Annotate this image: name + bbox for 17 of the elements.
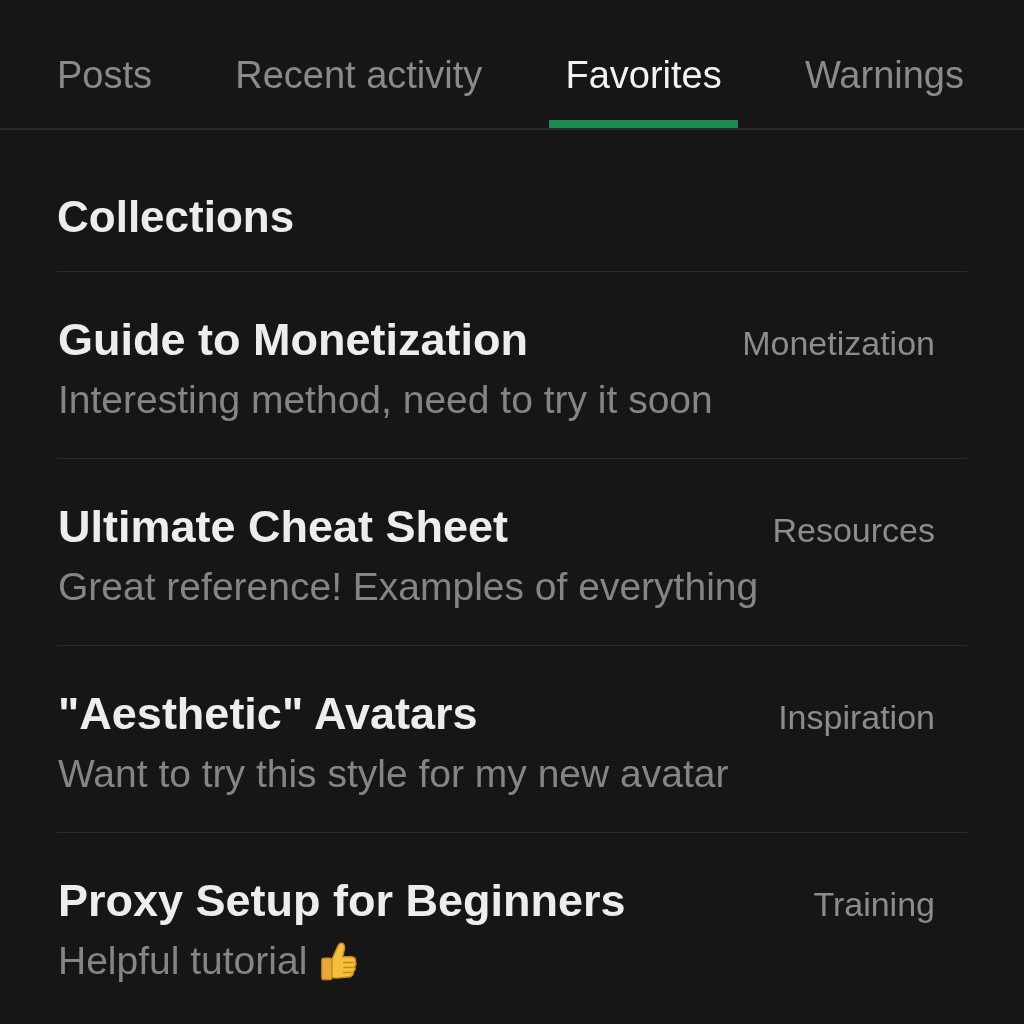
collection-title[interactable]: "Aesthetic" Avatars: [58, 688, 478, 740]
collection-note: Helpful tutorial: [58, 939, 308, 983]
tab[interactable]: Posts: [41, 55, 169, 128]
category-label: Inspiration: [778, 697, 935, 737]
section-heading: Collections: [57, 191, 295, 243]
collection-title[interactable]: Ultimate Cheat Sheet: [58, 501, 509, 553]
collection-title[interactable]: Proxy Setup for Beginners: [58, 875, 626, 927]
tab[interactable]: Favorites: [549, 55, 738, 128]
collection-title[interactable]: Guide to Monetization: [58, 314, 528, 366]
category-label: Monetization: [742, 323, 935, 363]
tab[interactable]: Recent activity: [219, 55, 499, 128]
category-label: Resources: [772, 510, 935, 550]
collection-note: Great reference! Examples of everything: [58, 565, 759, 609]
collection-note: Want to try this style for my new avatar: [58, 752, 729, 796]
category-label: Training: [813, 884, 935, 924]
collection-note: Interesting method, need to try it soon: [58, 378, 713, 422]
tab[interactable]: Warnings: [788, 55, 980, 128]
